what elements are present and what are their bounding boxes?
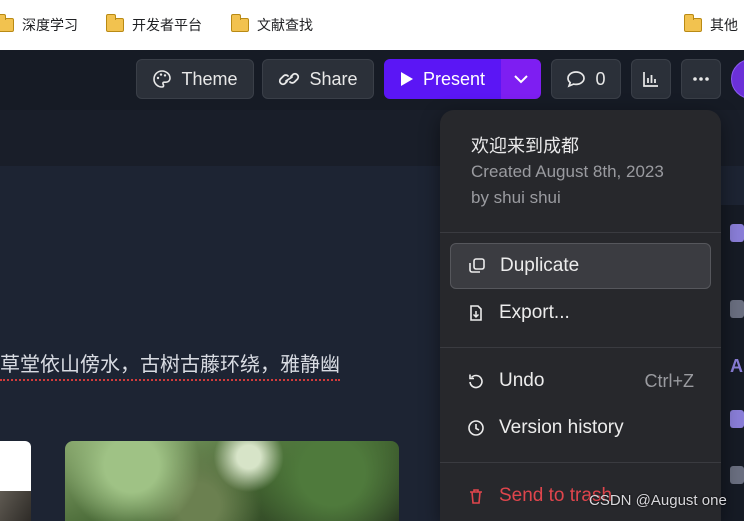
person-icon[interactable] [730,224,744,242]
share-button[interactable]: Share [262,59,374,99]
undo-icon [469,374,483,389]
share-label: Share [309,68,358,89]
menu-divider [440,232,721,233]
undo-shortcut: Ctrl+Z [644,370,695,391]
card-icon[interactable] [730,300,744,318]
text-style-icon[interactable]: A [730,356,744,376]
export-menu-item[interactable]: Export... [450,290,711,336]
menu-item-label: Duplicate [500,255,580,276]
bar-chart-icon [643,72,658,87]
trash-icon [470,489,482,504]
more-options-button[interactable] [681,59,721,99]
bookmark-label: 其他 [710,18,738,34]
menu-item-label: Undo [499,370,545,391]
bookmark-deep-learning[interactable]: 深度学习 [0,14,78,36]
link-icon [279,72,300,86]
present-button[interactable]: Present [384,59,501,99]
bookmark-developer-platform[interactable]: 开发者平台 [105,14,202,36]
folder-icon [230,14,249,32]
menu-item-label: Version history [499,417,624,438]
watermark: CSDN @August one [589,492,727,509]
comments-button[interactable]: 0 [551,59,621,99]
comments-count: 0 [595,68,606,89]
play-icon [400,72,413,86]
more-horizontal-icon [693,77,709,81]
present-label: Present [422,68,486,89]
theme-button[interactable]: Theme [136,59,254,99]
version-history-menu-item[interactable]: Version history [450,405,711,451]
menu-doc-title: 欢迎来到成都 [471,136,579,157]
top-toolbar: Theme Share Present 0 [0,50,744,110]
theme-label: Theme [181,68,238,89]
bookmark-label: 文献查找 [257,18,313,34]
folder-icon [0,14,14,32]
analytics-button[interactable] [631,59,671,99]
menu-item-label: Export... [499,302,570,323]
menu-created-date: Created August 8th, 2023 [471,162,664,181]
menu-author: by shui shui [471,188,561,207]
layout-icon[interactable] [730,466,744,484]
export-icon [470,305,482,321]
undo-menu-item[interactable]: Undo Ctrl+Z [450,358,711,404]
bookmarks-bar: 深度学习 开发者平台 文献查找 其他 [0,0,744,50]
avatar[interactable] [731,59,744,99]
feedback-icon[interactable] [730,410,744,428]
document-body-text[interactable]: 草堂依山傍水，古树古藤环绕，雅静幽 [0,348,340,381]
folder-icon [683,14,702,32]
duplicate-icon [469,258,485,273]
bookmark-label: 开发者平台 [132,18,202,34]
duplicate-menu-item[interactable]: Duplicate [450,243,711,289]
bookmark-label: 深度学习 [22,18,78,34]
present-options-button[interactable] [501,59,541,99]
menu-divider [440,347,721,348]
folder-icon [105,14,124,32]
chevron-down-icon [514,75,528,84]
more-options-menu: 欢迎来到成都 Created August 8th, 2023 by shui … [440,110,721,521]
clock-icon [468,420,484,436]
comment-icon [567,71,586,88]
bookmark-other[interactable]: 其他 [683,14,738,36]
menu-divider [440,462,721,463]
palette-icon [153,70,172,88]
bookmark-literature-search[interactable]: 文献查找 [230,14,313,36]
document-photo[interactable] [65,441,399,521]
document-image-left[interactable] [0,441,31,521]
